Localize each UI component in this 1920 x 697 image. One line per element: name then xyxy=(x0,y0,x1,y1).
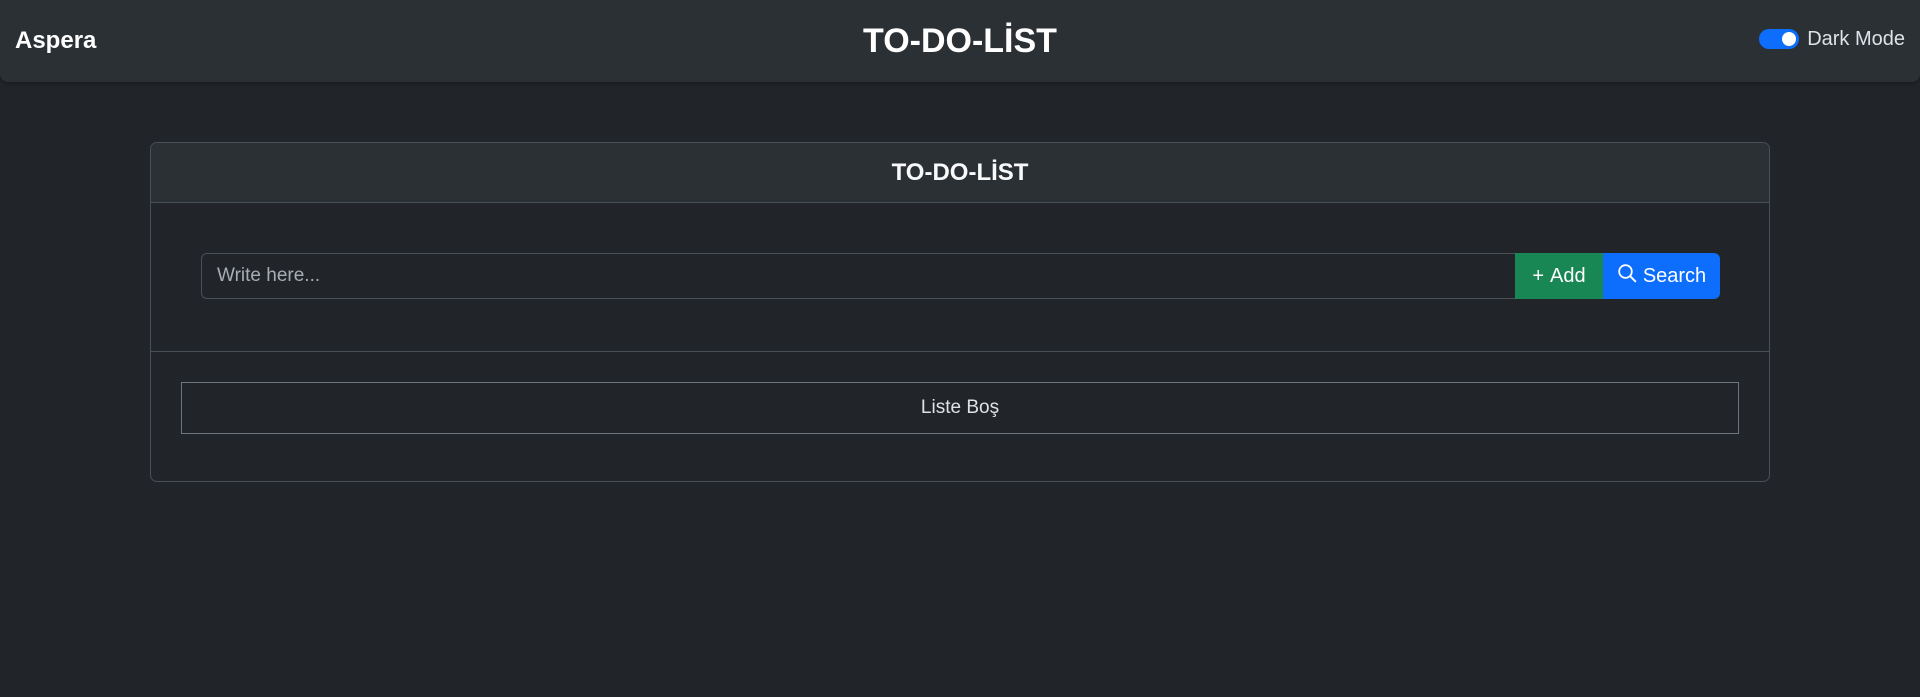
add-button[interactable]: + Add xyxy=(1515,253,1603,299)
search-button-label: Search xyxy=(1642,264,1707,287)
input-group: + Add Search xyxy=(201,253,1720,299)
dark-mode-switch[interactable] xyxy=(1759,29,1800,49)
plus-icon: + xyxy=(1532,264,1545,287)
todo-card: TO-DO-LİST + Add Search Liste Boş xyxy=(150,142,1770,482)
card-title: TO-DO-LİST xyxy=(151,143,1769,203)
todo-list: Liste Boş xyxy=(151,352,1769,481)
todo-input[interactable] xyxy=(201,253,1515,299)
dark-mode-toggle[interactable]: Dark Mode xyxy=(1759,27,1905,51)
switch-knob xyxy=(1782,32,1797,46)
search-button[interactable]: Search xyxy=(1603,253,1720,299)
navbar: Aspera TO-DO-LİST Dark Mode xyxy=(0,0,1920,82)
add-button-label: Add xyxy=(1550,264,1586,287)
brand-logo-text[interactable]: Aspera xyxy=(15,0,96,82)
page-title: TO-DO-LİST xyxy=(863,22,1057,60)
empty-list-message: Liste Boş xyxy=(181,382,1739,434)
input-section: + Add Search xyxy=(151,203,1769,352)
search-icon xyxy=(1617,263,1637,289)
dark-mode-label[interactable]: Dark Mode xyxy=(1807,28,1905,51)
